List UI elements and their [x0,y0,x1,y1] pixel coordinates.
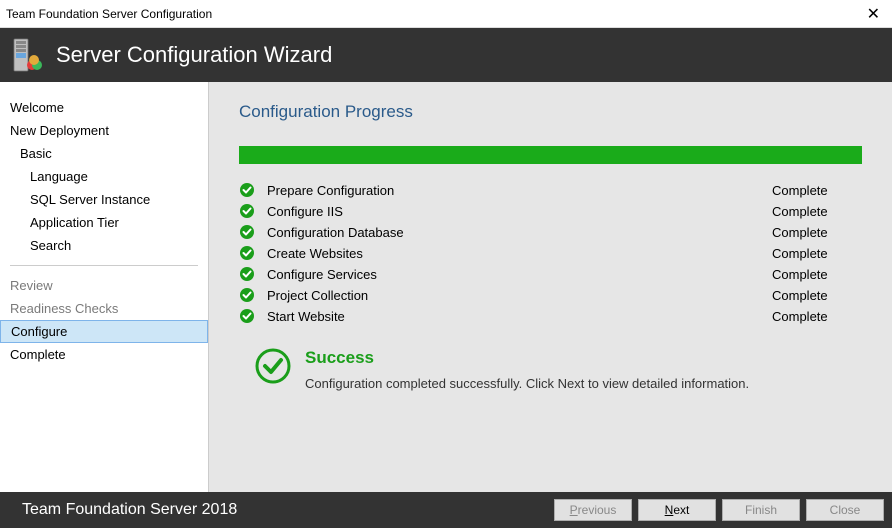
footer: Team Foundation Server 2018 Previous Nex… [0,492,892,528]
step-status: Complete [772,204,862,219]
sidebar: Welcome New Deployment Basic Language SQ… [0,82,209,492]
success-message: Configuration completed successfully. Cl… [305,376,749,391]
header-title: Server Configuration Wizard [56,42,332,68]
step-status: Complete [772,246,862,261]
step-row: Prepare ConfigurationComplete [239,182,862,198]
step-row: Project CollectionComplete [239,287,862,303]
next-label: ext [673,503,689,517]
titlebar: Team Foundation Server Configuration ✕ [0,0,892,28]
step-name: Configuration Database [267,225,772,240]
step-row: Configure IISComplete [239,203,862,219]
main-heading: Configuration Progress [239,102,862,122]
step-status: Complete [772,225,862,240]
step-status: Complete [772,309,862,324]
step-name: Prepare Configuration [267,183,772,198]
sidebar-item-complete[interactable]: Complete [0,343,208,366]
body: Welcome New Deployment Basic Language SQ… [0,82,892,492]
sidebar-item-new-deployment[interactable]: New Deployment [0,119,208,142]
step-row: Create WebsitesComplete [239,245,862,261]
close-button: Close [806,499,884,521]
success-box: Success Configuration completed successf… [255,348,862,391]
check-icon [239,308,255,324]
step-row: Start WebsiteComplete [239,308,862,324]
finish-label: Finish [745,503,777,517]
server-icon [12,37,42,73]
main-panel: Configuration Progress Prepare Configura… [209,82,892,492]
check-icon [239,287,255,303]
step-name: Project Collection [267,288,772,303]
close-label: Close [830,503,861,517]
footer-title: Team Foundation Server 2018 [22,501,237,519]
footer-buttons: Previous Next Finish Close [554,499,884,521]
finish-button: Finish [722,499,800,521]
step-name: Configure IIS [267,204,772,219]
check-icon [239,245,255,261]
step-status: Complete [772,288,862,303]
check-icon [239,203,255,219]
sidebar-divider [10,265,198,266]
previous-button: Previous [554,499,632,521]
progress-bar [239,146,862,164]
sidebar-item-review[interactable]: Review [0,274,208,297]
step-row: Configure ServicesComplete [239,266,862,282]
sidebar-item-welcome[interactable]: Welcome [0,96,208,119]
sidebar-item-configure[interactable]: Configure [0,320,208,343]
success-text: Success Configuration completed successf… [305,348,749,391]
sidebar-item-search[interactable]: Search [0,234,208,257]
sidebar-item-application-tier[interactable]: Application Tier [0,211,208,234]
step-name: Start Website [267,309,772,324]
success-title: Success [305,348,749,368]
previous-label: revious [578,503,617,517]
success-check-icon [255,348,291,384]
sidebar-item-language[interactable]: Language [0,165,208,188]
window-title: Team Foundation Server Configuration [6,7,212,21]
step-status: Complete [772,183,862,198]
sidebar-item-sql-server-instance[interactable]: SQL Server Instance [0,188,208,211]
steps-list: Prepare ConfigurationCompleteConfigure I… [239,182,862,324]
sidebar-item-readiness-checks[interactable]: Readiness Checks [0,297,208,320]
check-icon [239,182,255,198]
header: Server Configuration Wizard [0,28,892,82]
check-icon [239,266,255,282]
next-button[interactable]: Next [638,499,716,521]
sidebar-item-basic[interactable]: Basic [0,142,208,165]
step-name: Create Websites [267,246,772,261]
step-status: Complete [772,267,862,282]
step-row: Configuration DatabaseComplete [239,224,862,240]
close-icon[interactable]: ✕ [861,4,886,24]
step-name: Configure Services [267,267,772,282]
check-icon [239,224,255,240]
